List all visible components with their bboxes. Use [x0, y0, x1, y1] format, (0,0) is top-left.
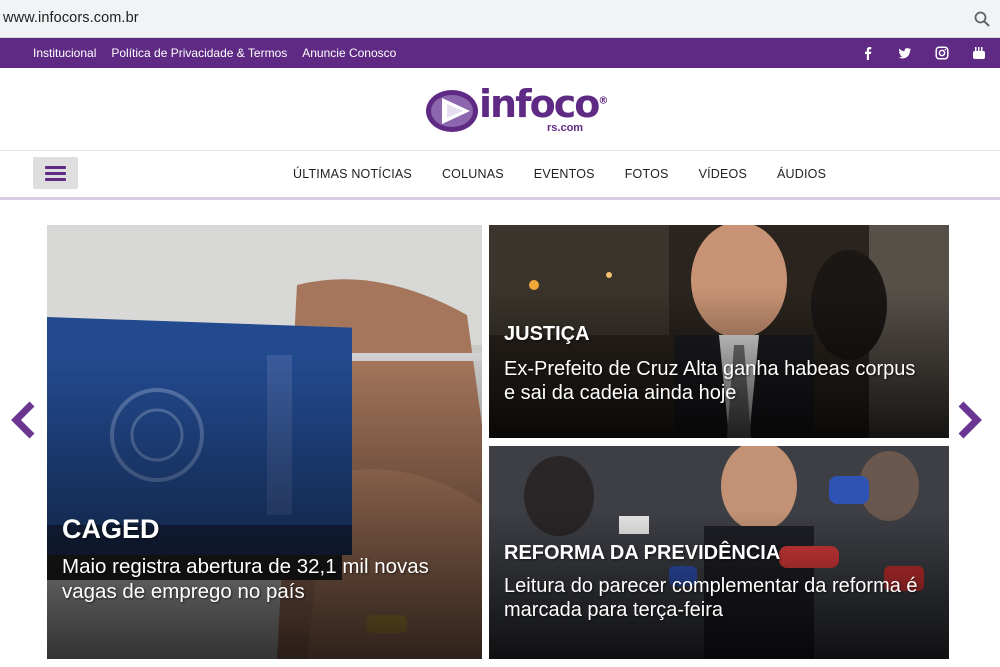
chevron-right-icon [958, 401, 982, 439]
site-logo[interactable]: infoco® rs.com [425, 82, 608, 136]
slide-category[interactable]: CAGED [62, 514, 160, 545]
slide-title[interactable]: Maio registra abertura de 32,1 mil novas… [62, 555, 472, 604]
social-links [838, 38, 986, 68]
logo-reg: ® [598, 95, 609, 107]
search-icon[interactable] [974, 11, 990, 27]
facebook-icon[interactable] [861, 46, 875, 60]
main-nav-bar: ÚLTIMAS NOTÍCIAS COLUNAS EVENTOS FOTOS V… [0, 150, 1000, 200]
slide-card-caged[interactable]: CAGED Maio registra abertura de 32,1 mil… [47, 225, 482, 659]
logo-brand-text: infoco [479, 82, 600, 126]
slide-title[interactable]: Ex-Prefeito de Cruz Alta ganha habeas co… [504, 357, 924, 405]
logo-area: infoco® rs.com [0, 68, 1000, 150]
main-nav: ÚLTIMAS NOTÍCIAS COLUNAS EVENTOS FOTOS V… [278, 151, 841, 197]
twitter-icon[interactable] [898, 46, 912, 60]
nav-eventos[interactable]: EVENTOS [534, 167, 595, 181]
url-text[interactable]: www.infocors.com.br [3, 10, 139, 26]
nav-videos[interactable]: VÍDEOS [699, 167, 747, 181]
link-institucional[interactable]: Institucional [33, 46, 96, 60]
nav-ultimas-noticias[interactable]: ÚLTIMAS NOTÍCIAS [293, 167, 412, 181]
slide-card-reforma[interactable]: REFORMA DA PREVIDÊNCIA Leitura do parece… [489, 446, 949, 659]
menu-icon[interactable] [33, 157, 78, 189]
slide-category[interactable]: REFORMA DA PREVIDÊNCIA [504, 542, 780, 565]
play-icon [426, 90, 478, 132]
slide-card-justica[interactable]: JUSTIÇA Ex-Prefeito de Cruz Alta ganha h… [489, 225, 949, 438]
link-anuncie[interactable]: Anuncie Conosco [302, 46, 396, 60]
slide-title[interactable]: Leitura do parecer complementar da refor… [504, 574, 924, 622]
nav-audios[interactable]: ÁUDIOS [777, 167, 826, 181]
link-privacidade[interactable]: Política de Privacidade & Termos [111, 46, 287, 60]
logo-sub: rs.com [547, 122, 584, 134]
youtube-icon[interactable] [972, 46, 986, 60]
address-bar[interactable]: www.infocors.com.br [0, 0, 1000, 38]
logo-brand: infoco® [479, 82, 608, 126]
slide-gradient [47, 355, 482, 659]
top-bar: Institucional Política de Privacidade & … [0, 38, 1000, 68]
instagram-icon[interactable] [935, 46, 949, 60]
top-links: Institucional Política de Privacidade & … [33, 38, 411, 68]
nav-fotos[interactable]: FOTOS [625, 167, 669, 181]
nav-colunas[interactable]: COLUNAS [442, 167, 504, 181]
slider-next-arrow[interactable] [955, 400, 983, 440]
slide-category[interactable]: JUSTIÇA [504, 323, 590, 346]
chevron-left-icon [11, 401, 35, 439]
slider-prev-arrow[interactable] [10, 400, 38, 440]
